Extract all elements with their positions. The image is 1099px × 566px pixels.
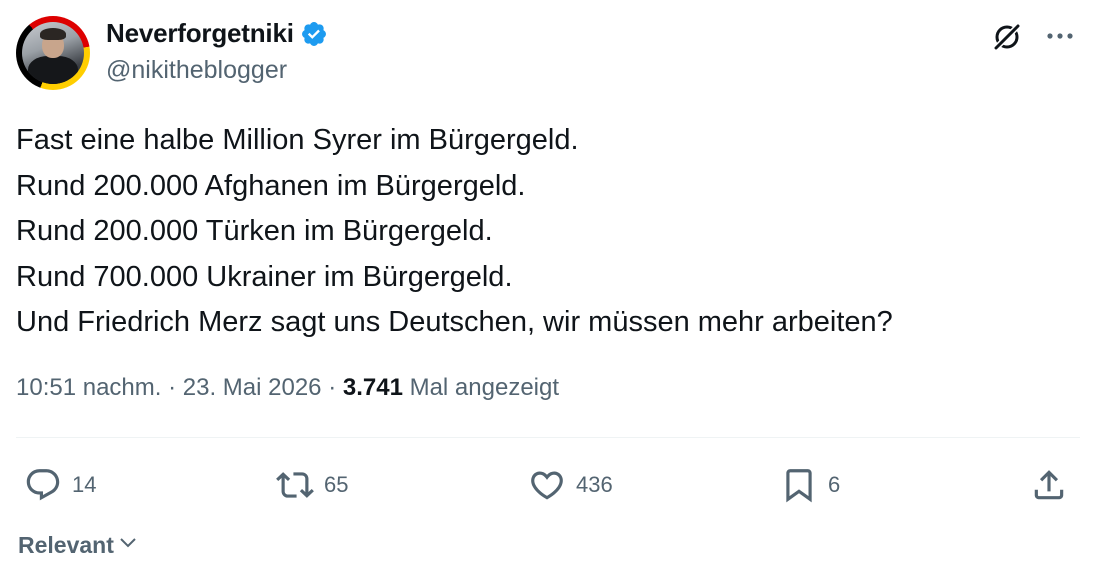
bookmark-button[interactable]: 6 bbox=[780, 466, 840, 504]
tweet-meta: 10:51 nachm. · 23. Mai 2026 · 3.741 Mal … bbox=[16, 374, 559, 402]
sort-label: Relevant bbox=[18, 531, 114, 558]
like-button[interactable]: 436 bbox=[528, 466, 613, 504]
reply-count: 14 bbox=[72, 472, 97, 497]
reply-icon bbox=[24, 466, 62, 504]
author-handle[interactable]: @nikitheblogger bbox=[106, 56, 287, 85]
tweet-line: Und Friedrich Merz sagt uns Deutschen, w… bbox=[16, 306, 893, 338]
tweet-time[interactable]: 10:51 nachm. bbox=[16, 374, 161, 401]
author-name-row: Neverforgetniki bbox=[106, 18, 328, 49]
sort-relevant-dropdown[interactable]: Relevant bbox=[18, 530, 140, 560]
reply-button[interactable]: 14 bbox=[24, 466, 96, 504]
views-count[interactable]: 3.741 bbox=[343, 374, 403, 401]
views-label: Mal angezeigt bbox=[402, 374, 560, 401]
avatar[interactable] bbox=[16, 16, 90, 90]
avatar-photo bbox=[22, 22, 84, 84]
author-display-name[interactable]: Neverforgetniki bbox=[106, 18, 294, 49]
retweet-count: 65 bbox=[324, 472, 349, 497]
tweet-line: Rund 200.000 Afghanen im Bürgergeld. bbox=[16, 169, 526, 202]
more-icon[interactable] bbox=[1042, 22, 1078, 50]
tweet-text: Fast eine halbe Million Syrer im Bürgerg… bbox=[16, 118, 893, 346]
grok-icon[interactable] bbox=[990, 20, 1024, 54]
verified-badge-icon[interactable] bbox=[300, 20, 328, 48]
tweet-line: Rund 700.000 Ukrainer im Bürgergeld. bbox=[16, 260, 513, 293]
chevron-down-icon bbox=[116, 530, 140, 560]
bookmark-icon bbox=[780, 466, 818, 504]
tweet-line: Rund 200.000 Türken im Bürgergeld. bbox=[16, 215, 493, 247]
tweet-line: Fast eine halbe Million Syrer im Bürgerg… bbox=[16, 124, 579, 156]
tweet-date[interactable]: 23. Mai 2026 bbox=[183, 374, 322, 401]
meta-separator: · bbox=[321, 374, 343, 401]
like-count: 436 bbox=[576, 472, 613, 497]
share-icon bbox=[1030, 466, 1068, 504]
divider bbox=[16, 437, 1080, 438]
bookmark-count: 6 bbox=[828, 472, 841, 497]
share-button[interactable] bbox=[1030, 466, 1068, 504]
heart-icon bbox=[528, 466, 566, 504]
retweet-button[interactable]: 65 bbox=[276, 466, 348, 504]
retweet-icon bbox=[276, 466, 314, 504]
meta-separator: · bbox=[161, 374, 183, 401]
